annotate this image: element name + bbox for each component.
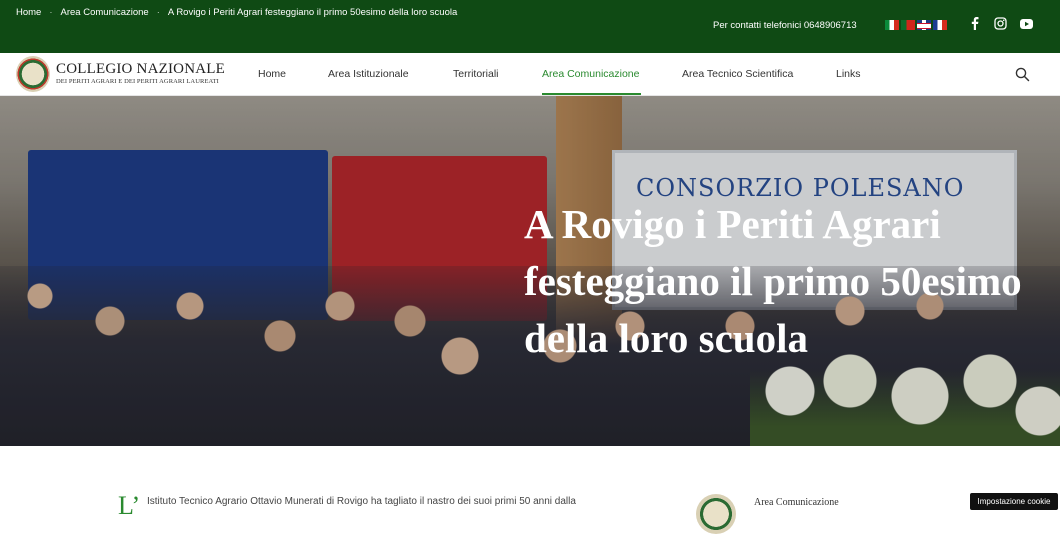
portuguese-flag-icon[interactable] (901, 20, 915, 30)
article-dropcap: L’ (118, 491, 141, 520)
sidebar-logo (696, 494, 736, 534)
french-flag-icon[interactable] (933, 20, 947, 30)
active-nav-indicator (542, 93, 641, 95)
youtube-icon[interactable] (1020, 17, 1033, 30)
contact-phone[interactable]: 0648906713 (804, 20, 857, 31)
nav-item-home[interactable]: Home (258, 68, 286, 80)
breadcrumb-separator: · (156, 7, 160, 18)
nav-item-area-istituzionale[interactable]: Area Istituzionale (328, 68, 409, 80)
breadcrumb-current: A Rovigo i Periti Agrari festeggiano il … (167, 7, 458, 18)
language-selector (885, 20, 947, 30)
nav-item-area-comunicazione[interactable]: Area Comunicazione (542, 68, 639, 80)
nav-item-links[interactable]: Links (836, 68, 861, 80)
breadcrumb-area-comunicazione[interactable]: Area Comunicazione (61, 7, 149, 18)
article-lead-text: Istituto Tecnico Agrario Ottavio Munerat… (147, 496, 576, 507)
sidebar-category-link[interactable]: Area Comunicazione (754, 497, 839, 508)
breadcrumb-separator: · (49, 7, 53, 18)
breadcrumb-home[interactable]: Home (16, 7, 41, 18)
contact-label: Per contatti telefonici (713, 20, 802, 31)
hero-banner: CONSORZIO POLESANO A Rovigo i Periti Agr… (0, 96, 1060, 446)
brand-title[interactable]: COLLEGIO NAZIONALE (56, 61, 225, 78)
breadcrumb: Home · Area Comunicazione · A Rovigo i P… (16, 7, 457, 18)
hero-title: A Rovigo i Periti Agrari festeggiano il … (524, 201, 1022, 361)
facebook-icon[interactable] (968, 17, 981, 30)
brand-subtitle: DEI PERITI AGRARI E DEI PERITI AGRARI LA… (56, 78, 219, 85)
english-flag-icon[interactable] (917, 20, 931, 30)
cookie-settings-button[interactable]: Impostazione cookie (970, 493, 1058, 510)
search-icon[interactable] (1015, 67, 1030, 82)
contact-info: Per contatti telefonici 0648906713 (713, 20, 857, 31)
top-bar: Home · Area Comunicazione · A Rovigo i P… (0, 0, 1060, 53)
social-links (968, 17, 1033, 30)
collegio-logo[interactable] (16, 56, 50, 92)
nav-item-area-tecnico-scientifica[interactable]: Area Tecnico Scientifica (682, 68, 793, 80)
nav-item-territoriali[interactable]: Territoriali (453, 68, 499, 80)
main-navigation: COLLEGIO NAZIONALE DEI PERITI AGRARI E D… (0, 53, 1060, 96)
instagram-icon[interactable] (994, 17, 1007, 30)
italian-flag-icon[interactable] (885, 20, 899, 30)
